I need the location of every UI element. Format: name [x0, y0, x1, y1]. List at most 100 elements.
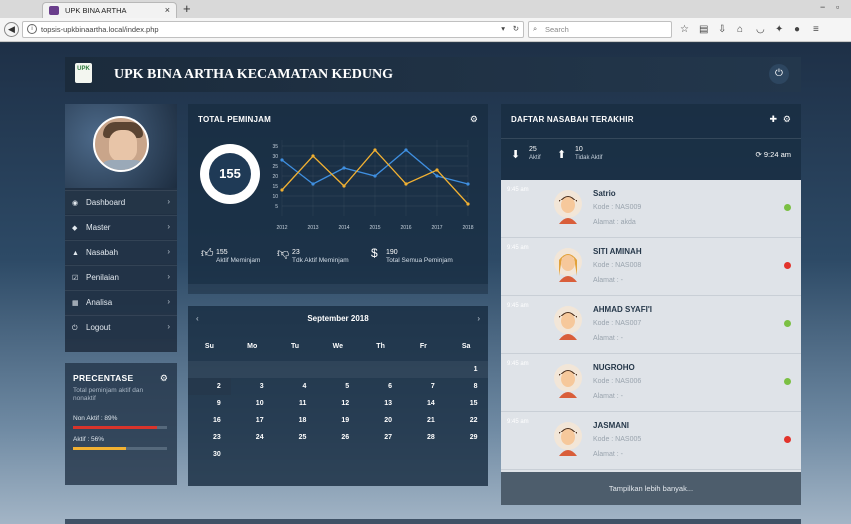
list-item[interactable]: 9:45 am SITI AMINAH Kode : NAS008 Alamat : … [501, 238, 801, 296]
calendar-day[interactable]: 27 [359, 429, 402, 446]
calendar-day[interactable]: 11 [274, 395, 317, 412]
calendar-day[interactable]: 17 [231, 412, 274, 429]
calendar-day[interactable]: 14 [402, 395, 445, 412]
url-bar[interactable]: i topsis-upkbinaartha.local/index.php ▾ … [22, 21, 524, 38]
pocket-icon[interactable]: ◡ [756, 24, 765, 35]
hamburger-menu-icon[interactable]: ≡ [813, 24, 819, 35]
calendar-day[interactable]: 1 [445, 361, 488, 378]
sidebar-item-dashboard[interactable]: ◉ Dashboard › [65, 190, 177, 214]
download-aktif-icon: ⬇ [511, 149, 521, 161]
calendar-day[interactable]: 12 [316, 395, 359, 412]
sidebar: ◉ Dashboard › ◆ Master › ▲ Nasabah › ☑ Penilaia… [65, 104, 177, 352]
calendar-day[interactable]: 9 [188, 395, 231, 412]
calendar-day[interactable]: 13 [359, 395, 402, 412]
search-field[interactable]: ⌕ Search [528, 21, 672, 38]
home-icon[interactable]: ⌂ [737, 24, 743, 35]
calendar-day[interactable]: 28 [402, 429, 445, 446]
entry-alamat: Alamat : - [593, 335, 623, 342]
gear-icon[interactable]: ⚙ [783, 114, 791, 125]
panel-divider [188, 284, 488, 294]
nasabah-avatar-icon [554, 422, 582, 456]
calendar-day[interactable]: 22 [445, 412, 488, 429]
entry-time: 9:45 am [507, 303, 529, 309]
browser-tab[interactable]: UPK BINA ARTHA × [42, 2, 177, 18]
calendar-day[interactable]: 8 [445, 378, 488, 395]
calendar-day[interactable]: 19 [316, 412, 359, 429]
calendar-day[interactable]: 29 [445, 429, 488, 446]
settings-gear-icon[interactable]: ⚙ [470, 114, 478, 125]
data-point [342, 184, 346, 188]
calendar-day[interactable]: 20 [359, 412, 402, 429]
sidebar-item-analisa[interactable]: ▦ Analisa › [65, 290, 177, 314]
list-item[interactable]: 9:45 am JASMANI Kode : NAS005 Alamat : - [501, 412, 801, 470]
addon-icon[interactable]: ● [794, 24, 800, 35]
calendar-day[interactable]: 2 [188, 378, 231, 395]
calendar-prev-button[interactable]: ‹ [196, 314, 199, 323]
calendar-day [445, 446, 488, 463]
sidebar-item-nasabah[interactable]: ▲ Nasabah › [65, 240, 177, 264]
chevron-right-icon: › [167, 222, 170, 231]
calendar-day[interactable]: 30 [188, 446, 231, 463]
chevron-right-icon: › [167, 272, 170, 281]
calendar-day[interactable]: 18 [274, 412, 317, 429]
calendar-day [274, 361, 317, 378]
extension-icon[interactable]: ✦ [775, 24, 783, 35]
calendar-day[interactable]: 26 [316, 429, 359, 446]
back-button[interactable]: ◀ [4, 22, 19, 37]
calendar-day[interactable]: 4 [274, 378, 317, 395]
aktif-progress [73, 447, 167, 450]
entry-alamat: Alamat : - [593, 393, 623, 400]
power-button[interactable]: ⏻ [769, 64, 789, 84]
calendar-day[interactable]: 5 [316, 378, 359, 395]
bookmark-star-icon[interactable]: ☆ [680, 24, 689, 35]
sidebar-item-penilaian[interactable]: ☑ Penilaian › [65, 265, 177, 289]
thumbs-up-icon: 👍︎ [201, 246, 214, 260]
calendar-day[interactable]: 21 [402, 412, 445, 429]
line-chart: 5 10 15 20 25 30 35 2012 2013 2014 2015 2016 2017 201… [272, 140, 474, 231]
calendar-day[interactable]: 7 [402, 378, 445, 395]
entry-alamat: Alamat : akda [593, 219, 636, 226]
tab-close-button[interactable]: × [165, 5, 170, 15]
reload-icon[interactable]: ↻ [513, 24, 519, 33]
browser-nav-bar: ◀ i topsis-upkbinaartha.local/index.php … [0, 18, 851, 42]
new-tab-button[interactable]: + [183, 1, 191, 16]
show-more-button[interactable]: Tampilkan lebih banyak... [501, 472, 801, 505]
power-icon: ⏻ [72, 325, 78, 332]
url-dropdown-icon[interactable]: ▾ [501, 24, 505, 33]
url-text: topsis-upkbinaartha.local/index.php [41, 25, 159, 34]
calendar-day [359, 446, 402, 463]
x-tick-label: 2016 [400, 225, 411, 231]
calendar-day[interactable]: 23 [188, 429, 231, 446]
app-title: UPK BINA ARTHA KECAMATAN KEDUNG [114, 67, 394, 82]
calendar-day[interactable]: 3 [231, 378, 274, 395]
download-icon[interactable]: ⇩ [718, 24, 726, 35]
y-tick-label: 20 [272, 174, 278, 180]
calendar-day[interactable]: 10 [231, 395, 274, 412]
minimize-icon[interactable]: − [820, 2, 825, 12]
sidebar-item-logout[interactable]: ⏻ Logout › [65, 315, 177, 339]
nasabah-avatar-icon [554, 364, 582, 398]
entry-name: JASMANI [593, 421, 630, 430]
add-icon[interactable]: ✚ [769, 114, 777, 125]
calendar-day[interactable]: 25 [274, 429, 317, 446]
calendar-day[interactable]: 24 [231, 429, 274, 446]
sidebar-item-master[interactable]: ◆ Master › [65, 215, 177, 239]
refresh-time[interactable]: ⟳ 9:24 am [756, 150, 791, 159]
total-peminjam-panel: TOTAL PEMINJAM ⚙ 155 5 10 15 20 25 30 35 2012 20… [188, 104, 488, 284]
list-item[interactable]: 9:45 am Satrio Kode : NAS009 Alamat : akda [501, 180, 801, 238]
gear-icon[interactable]: ⚙ [160, 373, 168, 384]
calendar-next-button[interactable]: › [477, 314, 480, 323]
list-item[interactable]: 9:45 am NUGROHO Kode : NAS006 Alamat : - [501, 354, 801, 412]
calendar-day[interactable]: 16 [188, 412, 231, 429]
reading-list-icon[interactable]: ▤ [699, 24, 708, 35]
list-item[interactable]: 9:45 am AHMAD SYAFI'I Kode : NAS007 Alamat … [501, 296, 801, 354]
donut-value: 155 [209, 153, 251, 195]
data-point [466, 202, 470, 206]
aktif-label: Aktif [529, 155, 541, 161]
data-point [435, 168, 439, 172]
entry-alamat: Alamat : - [593, 277, 623, 284]
calendar-day[interactable]: 6 [359, 378, 402, 395]
info-icon[interactable]: i [27, 24, 37, 34]
calendar-day[interactable]: 15 [445, 395, 488, 412]
maximize-icon[interactable]: ▫ [836, 2, 839, 12]
